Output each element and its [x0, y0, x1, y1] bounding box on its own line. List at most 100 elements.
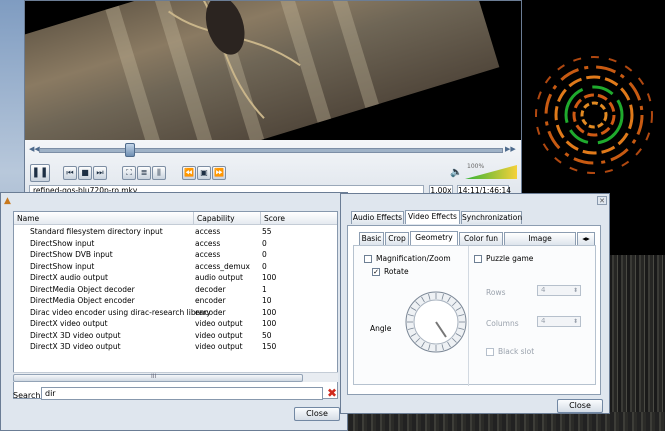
module-name: DirectShow input — [30, 261, 95, 271]
module-name: DirectMedia Object decoder — [30, 284, 135, 294]
tab-synchronization[interactable]: Synchronization — [461, 211, 522, 224]
clear-search-icon[interactable]: ✖ — [327, 386, 337, 400]
table-row[interactable]: DirectShow DVB input access 0 — [14, 249, 337, 260]
tab-crop[interactable]: Crop — [385, 232, 409, 245]
column-header-score[interactable]: Score — [261, 212, 337, 225]
angle-label: Angle — [370, 324, 392, 333]
rows-spinbox[interactable]: 4 ⬍ — [537, 285, 581, 296]
frame-forward-button[interactable]: ⏩ — [212, 166, 226, 180]
module-capability: audio output — [195, 273, 243, 282]
module-capability: video output — [195, 330, 243, 340]
previous-button[interactable]: ⏮ — [63, 166, 77, 180]
table-row[interactable]: DirectShow input access_demux 0 — [14, 261, 337, 272]
module-capability: access_demux — [195, 261, 250, 271]
rope-figure — [168, 1, 301, 119]
player-window: ◀◀ ▶▶ ❚❚ ⏮ ■ ⏭ ⛶ ≣ ⫼ ⏪ ▣ ⏩ 🔈 100% refine… — [24, 0, 522, 200]
close-button[interactable]: Close — [557, 399, 603, 413]
module-name: DirectShow input — [30, 238, 95, 248]
fullscreen-button[interactable]: ⛶ — [122, 166, 136, 180]
table-row[interactable]: DirectX 3D video output video output 150 — [14, 341, 337, 352]
close-icon[interactable]: ✕ — [597, 196, 607, 205]
snapshot-button[interactable]: ▣ — [197, 166, 211, 180]
magnification-checkbox[interactable] — [364, 255, 372, 263]
black-slot-checkbox[interactable] — [486, 348, 494, 356]
visualization-circles — [535, 56, 653, 174]
frame-back-button[interactable]: ⏪ — [182, 166, 196, 180]
module-score: 10 — [262, 296, 272, 305]
effects-window: ✕ Audio Effects Video Effects Synchroniz… — [340, 193, 610, 414]
next-button[interactable]: ⏭ — [93, 166, 107, 180]
rotate-checkbox[interactable]: ✓ — [372, 268, 380, 276]
video-area[interactable] — [25, 1, 521, 140]
module-score: 0 — [262, 238, 267, 248]
close-button[interactable]: Close — [294, 407, 340, 421]
module-capability: decoder — [195, 284, 226, 294]
panel-divider — [468, 246, 469, 386]
module-score: 0 — [262, 261, 267, 271]
equalizer-icon: ⫼ — [157, 168, 161, 177]
stop-button[interactable]: ■ — [78, 166, 92, 180]
scrollbar-thumb[interactable]: III — [13, 373, 303, 382]
horizontal-scrollbar[interactable]: III — [13, 372, 338, 382]
rows-value: 4 — [541, 286, 546, 294]
fullscreen-icon: ⛶ — [126, 168, 132, 177]
modules-list[interactable]: Name Capability Score Standard filesyste… — [13, 211, 338, 399]
module-capability: encoder — [195, 307, 226, 317]
module-score: 150 — [262, 342, 277, 351]
puzzle-label: Puzzle game — [486, 254, 534, 263]
module-name: DirectX 3D video output — [30, 342, 121, 351]
magnification-label: Magnification/Zoom — [376, 254, 451, 263]
column-header-capability[interactable]: Capability — [194, 212, 261, 225]
column-header-name[interactable]: Name — [14, 212, 194, 225]
module-name: Standard filesystem directory input — [30, 227, 163, 236]
seek-handle[interactable] — [125, 143, 135, 157]
module-name: DirectShow DVB input — [30, 250, 113, 259]
rows-label: Rows — [486, 288, 506, 297]
module-score: 50 — [262, 330, 272, 340]
seek-bar[interactable] — [39, 148, 503, 153]
tab-video-effects[interactable]: Video Effects — [405, 210, 460, 224]
playlist-button[interactable]: ≣ — [137, 166, 151, 180]
frame-forward-icon: ⏩ — [214, 168, 224, 177]
extended-settings-button[interactable]: ⫼ — [152, 166, 166, 180]
scrollbar-grip: III — [151, 373, 157, 380]
speaker-icon[interactable]: 🔈 — [450, 167, 462, 178]
next-icon: ⏭ — [96, 168, 104, 177]
table-row[interactable]: DirectX video output video output 100 — [14, 318, 337, 329]
table-row[interactable]: DirectShow input access 0 — [14, 238, 337, 249]
table-row[interactable]: DirectX 3D video output video output 50 — [14, 330, 337, 341]
module-name: Dirac video encoder using dirac-research… — [30, 307, 211, 317]
module-capability: video output — [195, 319, 243, 328]
table-row[interactable]: Dirac video encoder using dirac-research… — [14, 307, 337, 318]
table-row[interactable]: DirectX audio output audio output 100 — [14, 272, 337, 283]
module-capability: access — [195, 238, 221, 248]
search-input[interactable]: dir — [41, 387, 323, 400]
tab-geometry[interactable]: Geometry — [410, 231, 458, 245]
tab-audio-effects[interactable]: Audio Effects — [351, 211, 404, 224]
search-label: Search: — [13, 391, 44, 400]
stop-icon: ■ — [81, 168, 89, 177]
module-capability: encoder — [195, 296, 226, 305]
desktop-forest-strip — [340, 412, 665, 431]
table-row[interactable]: Standard filesystem directory input acces… — [14, 226, 337, 237]
puzzle-checkbox[interactable] — [474, 255, 482, 263]
rotate-label: Rotate — [384, 267, 409, 276]
forward-icon[interactable]: ▶▶ — [505, 145, 516, 153]
tab-basic[interactable]: Basic — [359, 232, 384, 245]
module-score: 100 — [262, 307, 277, 317]
columns-spinbox[interactable]: 4 ⬍ — [537, 316, 581, 327]
volume-label: 100% — [467, 163, 485, 170]
geometry-panel: Magnification/Zoom ✓ Rotate Angle Puzzle… — [353, 245, 596, 386]
module-name: DirectX 3D video output — [30, 330, 121, 340]
module-capability: access — [195, 250, 221, 259]
previous-icon: ⏮ — [66, 168, 74, 177]
pause-icon: ❚❚ — [31, 167, 49, 178]
frame-back-icon: ⏪ — [184, 168, 194, 177]
table-row[interactable]: DirectMedia Object decoder decoder 1 — [14, 284, 337, 295]
angle-dial[interactable] — [404, 290, 468, 354]
table-row[interactable]: DirectMedia Object encoder encoder 10 — [14, 295, 337, 306]
tab-scroll-arrows[interactable]: ◂▸ — [577, 232, 595, 245]
tab-color-fun[interactable]: Color fun — [459, 232, 503, 245]
pause-button[interactable]: ❚❚ — [30, 164, 50, 182]
tab-image-modification[interactable]: Image modification — [504, 232, 576, 255]
